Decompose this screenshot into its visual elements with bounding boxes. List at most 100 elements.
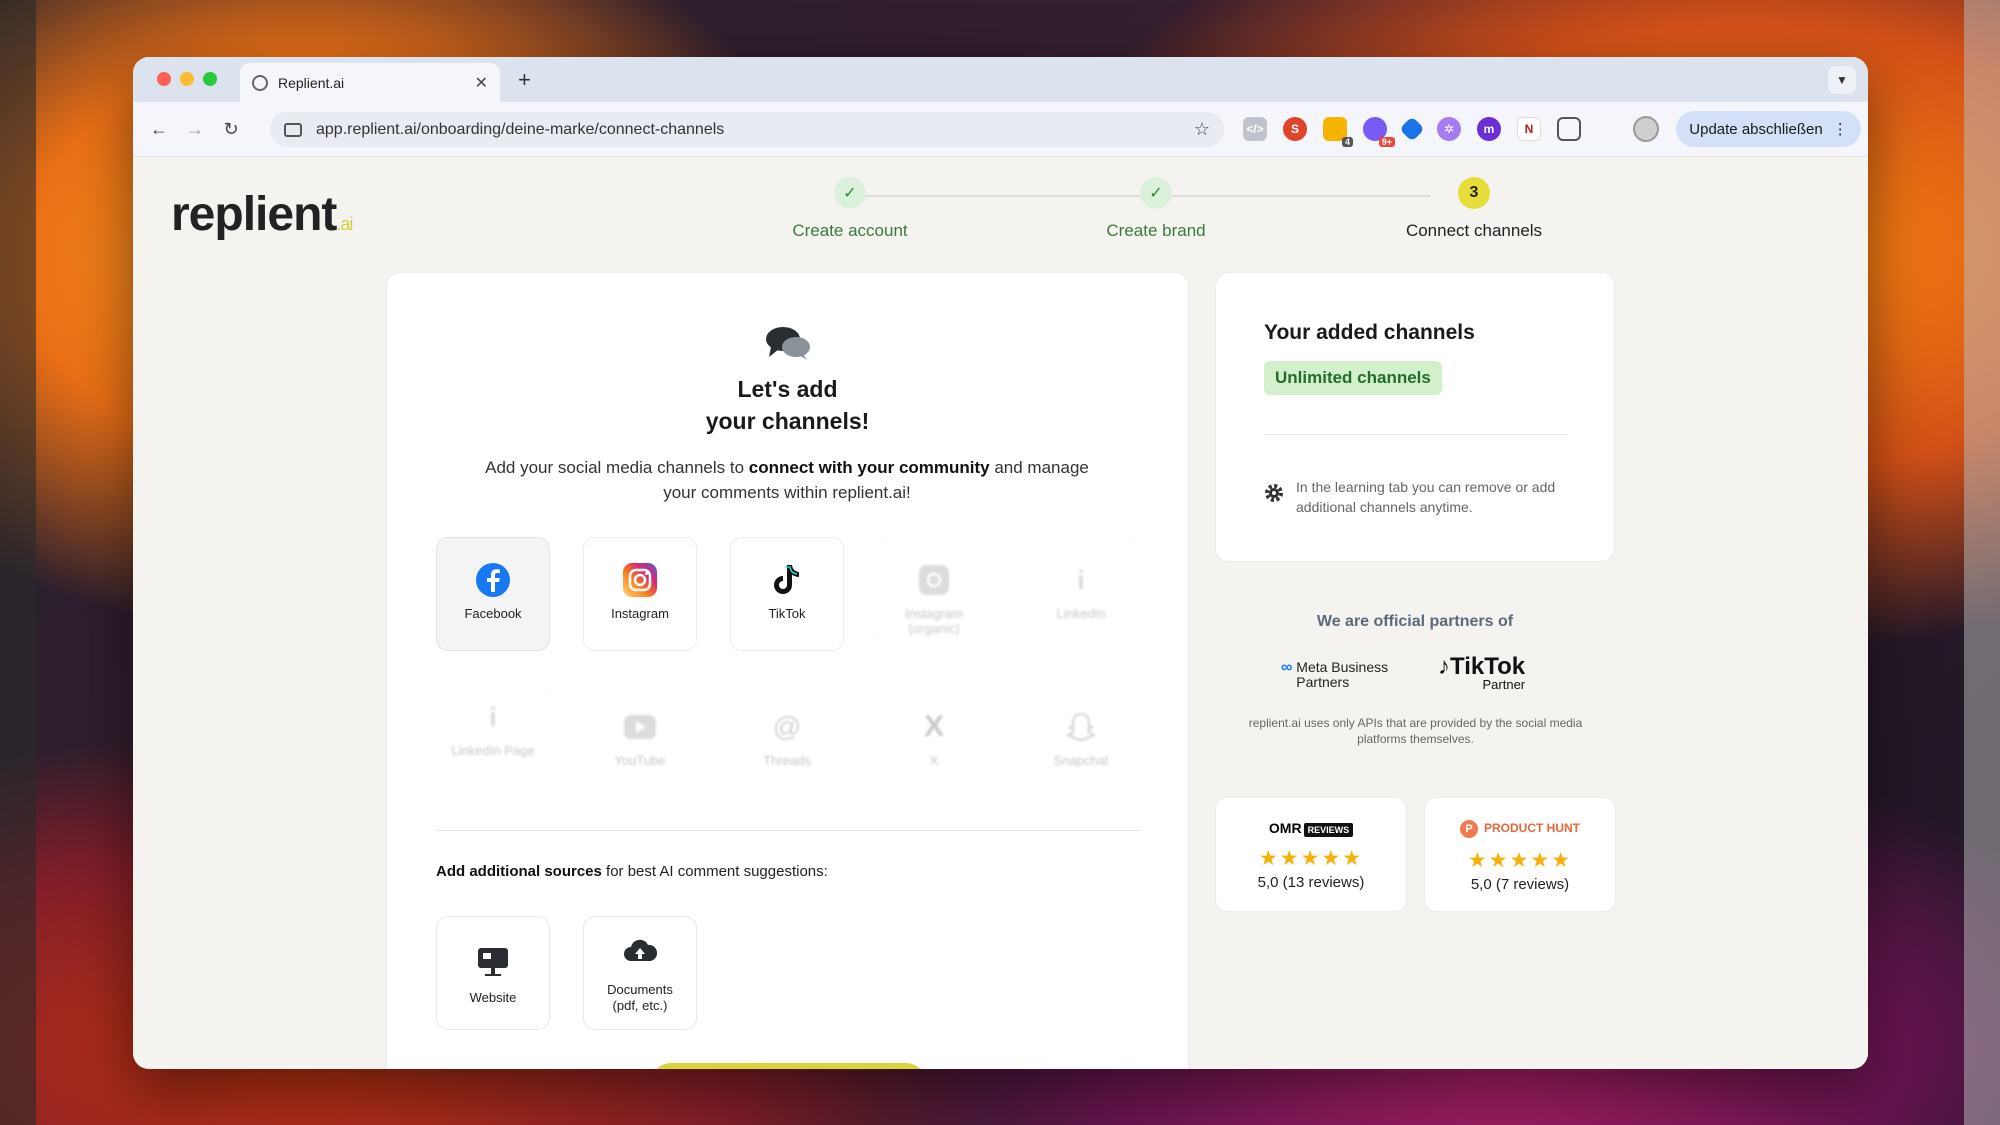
back-arrow-icon[interactable]: ← [141, 119, 177, 140]
omr-reviews-logo: OMR REVIEWS [1216, 820, 1406, 837]
kebab-menu-icon[interactable]: ⋮ [1833, 120, 1848, 138]
added-channels-title: Your added channels [1264, 321, 1475, 344]
meta-partner-label: Meta Business Partners [1296, 659, 1389, 690]
product-hunt-icon: P [1460, 820, 1478, 838]
x-icon: X [923, 710, 944, 743]
browser-window: Replient.ai ✕ + ▼ ← → ↻ app.replient.ai/… [133, 57, 1868, 1069]
minimize-window-button[interactable] [180, 72, 194, 86]
notes-extension-icon[interactable]: 4 [1323, 117, 1353, 147]
product-hunt-review-card[interactable]: P PRODUCT HUNT ★★★★★ 5,0 (7 reviews) [1424, 797, 1616, 912]
desc-bold: connect with your community [748, 458, 990, 477]
tab-title: Replient.ai [278, 74, 345, 91]
channel-threads: @ Threads [730, 684, 844, 798]
cloud-upload-icon [624, 939, 658, 961]
tiktok-partner-logo: ♪TikTok Partner [1438, 653, 1525, 692]
page-description: Add your social media channels to connec… [467, 455, 1107, 505]
omr-brand-box: REVIEWS [1303, 823, 1354, 837]
gear-icon [1265, 484, 1283, 502]
tag-extension-icon[interactable] [1399, 116, 1425, 142]
url-text[interactable]: app.replient.ai/onboarding/deine-marke/c… [316, 121, 1194, 139]
step-label: Connect channels [1405, 221, 1543, 240]
source-documents[interactable]: Documents (pdf, etc.) [583, 916, 697, 1030]
step-connect-channels: 3 Connect channels [1374, 177, 1574, 241]
snapchat-icon [1063, 709, 1099, 745]
forward-arrow-icon[interactable]: → [177, 119, 213, 140]
window-controls [157, 72, 217, 86]
partners-title: We are official partners of [1316, 613, 1514, 630]
browser-toolbar: ← → ↻ app.replient.ai/onboarding/deine-m… [133, 102, 1868, 157]
logo-suffix: .ai [336, 214, 353, 234]
channel-label: Facebook [464, 606, 522, 621]
maximize-window-button[interactable] [203, 72, 217, 86]
source-website[interactable]: Website [436, 916, 550, 1030]
step-create-account: ✓ Create account [750, 177, 950, 241]
gear-extension-icon[interactable]: ✲ [1437, 117, 1461, 141]
threads-icon: @ [772, 711, 802, 742]
channel-linkedin-page: i LinkedIn Page [436, 684, 550, 798]
profile-avatar[interactable] [1633, 116, 1659, 142]
continue-button[interactable] [651, 1063, 926, 1069]
update-button[interactable]: Update abschließen ⋮ [1676, 111, 1861, 147]
browser-tab[interactable]: Replient.ai ✕ [240, 63, 500, 102]
step-number: 3 [1458, 177, 1490, 209]
extension-badge: 4 [1341, 137, 1353, 147]
devtools-extension-icon[interactable]: </> [1243, 117, 1267, 141]
progress-stepper: ✓ Create account ✓ Create brand 3 Connec… [633, 177, 1553, 247]
channel-label: Instagram [611, 606, 669, 621]
replient-logo[interactable]: replient.ai [171, 187, 353, 242]
title-line-1: Let's add [737, 376, 838, 402]
step-create-brand: ✓ Create brand [1056, 177, 1256, 241]
s-extension-icon[interactable]: S [1283, 117, 1307, 141]
star-rating: ★★★★★ [1467, 849, 1573, 872]
tiktok-icon [769, 562, 805, 598]
globe-icon [252, 74, 268, 91]
channel-label: Threads [763, 753, 811, 768]
site-info-icon[interactable] [284, 122, 302, 137]
facebook-icon [475, 562, 511, 598]
channel-instagram[interactable]: Instagram [583, 537, 697, 651]
channel-label: X [929, 753, 939, 768]
learning-tab-note: In the learning tab you can remove or ad… [1296, 479, 1556, 515]
channel-facebook[interactable]: Facebook [436, 537, 550, 651]
channel-tiktok[interactable]: TikTok [730, 537, 844, 651]
title-line-2: your channels! [705, 408, 870, 434]
product-hunt-brand: PRODUCT HUNT [1484, 821, 1580, 835]
n-extension-icon[interactable]: N [1517, 117, 1541, 141]
channel-linkedin: i LinkedIn [1024, 537, 1138, 651]
instagram-icon [622, 562, 658, 598]
meta-business-partners-logo: ∞ Meta Business Partners [1281, 660, 1416, 690]
spark-extension-icon[interactable]: 9+ [1363, 117, 1395, 147]
channel-label: LinkedIn [1056, 606, 1106, 621]
bookmark-star-icon[interactable]: ☆ [1194, 119, 1210, 140]
left-edge [0, 0, 36, 1125]
added-channels-card: Your added channels Unlimited channels I… [1215, 272, 1615, 562]
omr-review-card[interactable]: OMR REVIEWS ★★★★★ 5,0 (13 reviews) [1215, 797, 1407, 912]
omr-brand: OMR [1268, 820, 1302, 836]
m-extension-icon[interactable]: m [1477, 117, 1501, 141]
youtube-icon [622, 709, 658, 745]
close-window-button[interactable] [157, 72, 171, 86]
instagram-organic-icon [916, 562, 952, 598]
step-label: Create brand [1106, 221, 1206, 240]
tab-search-chevron-icon[interactable]: ▼ [1828, 66, 1856, 94]
puzzle-extensions-icon[interactable] [1557, 117, 1581, 141]
tiktok-note-icon: ♪ [1438, 653, 1450, 680]
review-count: 5,0 (13 reviews) [1257, 874, 1365, 891]
onboarding-page: replient.ai ✓ Create account ✓ Create br… [133, 157, 1868, 1069]
channel-youtube: YouTube [583, 684, 697, 798]
channels-card: Let's add your channels! Add your social… [386, 272, 1189, 1069]
logo-name: replient [171, 188, 337, 241]
card-divider [1264, 434, 1568, 435]
tab-close-icon[interactable]: ✕ [475, 73, 488, 93]
review-count: 5,0 (7 reviews) [1470, 876, 1570, 893]
new-tab-button[interactable]: + [518, 67, 531, 93]
api-note: replient.ai uses only APIs that are prov… [1248, 716, 1583, 746]
address-bar[interactable]: app.replient.ai/onboarding/deine-marke/c… [270, 112, 1224, 147]
tiktok-partner-label: TikTok [1450, 653, 1526, 680]
tab-bar: Replient.ai ✕ + ▼ [133, 57, 1868, 102]
channel-label: Snapchat [1053, 753, 1109, 768]
reload-icon[interactable]: ↻ [213, 119, 249, 140]
meta-infinity-icon: ∞ [1281, 659, 1293, 676]
extension-badge: 9+ [1378, 137, 1395, 147]
website-icon [478, 948, 508, 976]
